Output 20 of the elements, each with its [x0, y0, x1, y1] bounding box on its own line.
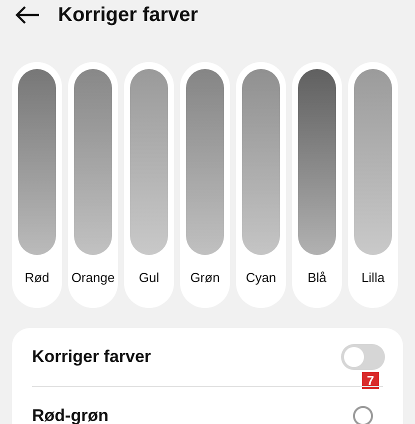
color-label: Gul — [138, 270, 160, 285]
color-label: Lilla — [361, 270, 385, 285]
page-title: Korriger farver — [58, 4, 198, 26]
step-marker: 7 — [362, 372, 379, 389]
setting-label: Korriger farver — [32, 347, 152, 367]
color-card[interactable]: Lilla — [348, 62, 398, 308]
color-label: Rød — [24, 270, 50, 285]
back-icon[interactable] — [14, 5, 40, 25]
color-card[interactable]: Rød — [12, 62, 62, 308]
color-card[interactable]: Cyan — [236, 62, 286, 308]
color-label: Blå — [308, 270, 326, 285]
color-card[interactable]: Gul — [124, 62, 174, 308]
color-card[interactable]: Grøn — [180, 62, 230, 308]
color-card[interactable]: Orange — [68, 62, 118, 308]
radio-button[interactable] — [353, 406, 373, 424]
color-card[interactable]: Blå — [292, 62, 342, 308]
color-label: Cyan — [246, 270, 276, 285]
color-label: Orange — [71, 270, 115, 285]
toggle-switch[interactable] — [341, 344, 385, 370]
color-label: Grøn — [190, 270, 220, 285]
